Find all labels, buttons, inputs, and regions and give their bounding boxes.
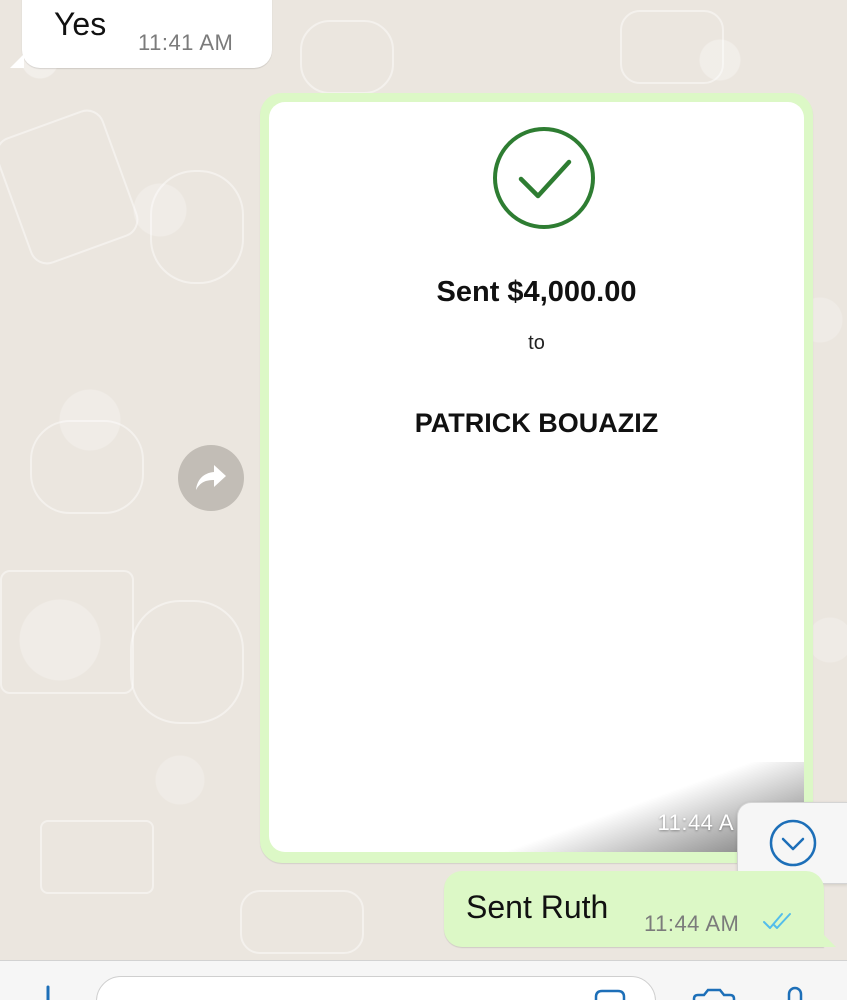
message-time: 11:44 AM: [644, 911, 740, 936]
microphone-icon[interactable]: [782, 985, 808, 1000]
sent-amount: Sent $4,000.00: [436, 276, 637, 308]
wallpaper-doodle: [130, 600, 244, 724]
outgoing-message[interactable]: Sent Ruth 11:44 AM: [444, 871, 836, 947]
bubble-tail: [10, 54, 24, 68]
wallpaper-doodle: [150, 170, 244, 284]
chevron-down-icon: [769, 819, 817, 867]
sticker-icon[interactable]: [592, 987, 628, 1000]
message-input[interactable]: [96, 976, 656, 1000]
wallpaper-doodle: [620, 10, 724, 84]
read-receipt-icon: [763, 913, 791, 929]
forward-button[interactable]: [178, 445, 244, 511]
bubble-tail: [822, 933, 836, 947]
message-time: 11:44 A: [657, 810, 734, 835]
message-input-bar: [0, 960, 847, 1000]
forward-icon: [196, 465, 226, 490]
recipient-name: PATRICK BOUAZIZ: [414, 408, 659, 438]
message-time: 11:41 AM: [138, 30, 234, 55]
check-circle-icon: [493, 127, 595, 229]
message-text: Sent Ruth: [466, 889, 609, 925]
incoming-message[interactable]: Yes 11:41 AM: [10, 0, 272, 68]
wallpaper-doodle: [0, 570, 134, 694]
to-label: to: [528, 332, 545, 354]
image-message[interactable]: Sent $4,000.00 to PATRICK BOUAZIZ 11:44 …: [260, 93, 813, 863]
plus-icon[interactable]: [34, 985, 62, 1000]
wallpaper-doodle: [0, 104, 144, 270]
chat-view: Yes 11:41 AM Sent $4,000.00 to PATRICK B…: [0, 0, 847, 1000]
wallpaper-doodle: [300, 20, 394, 94]
wallpaper-doodle: [240, 890, 364, 954]
wallpaper-doodle: [40, 820, 154, 894]
wallpaper-doodle: [30, 420, 144, 514]
message-text: Yes: [54, 6, 107, 42]
camera-icon[interactable]: [690, 987, 738, 1000]
payment-receipt-image[interactable]: Sent $4,000.00 to PATRICK BOUAZIZ 11:44 …: [269, 102, 804, 852]
